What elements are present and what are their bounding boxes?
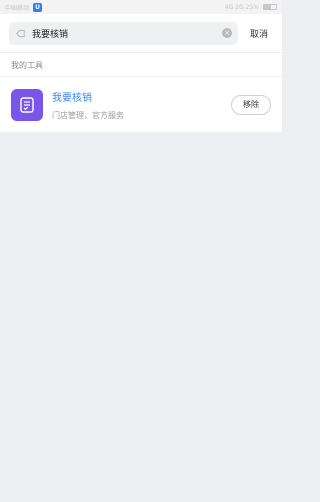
- search-icon: [15, 24, 26, 43]
- cancel-button[interactable]: 取消: [250, 27, 268, 40]
- battery-icon: [263, 4, 277, 10]
- search-header: × 取消: [0, 14, 282, 52]
- tool-description: 门店管理，官方服务: [52, 110, 124, 120]
- status-bar: 中国移动 U 4G 2G 25%: [0, 0, 282, 14]
- tool-text: 我要核销 门店管理，官方服务: [52, 89, 231, 121]
- network-status-label: 4G 2G 25%: [224, 3, 259, 11]
- page: 中国移动 U 4G 2G 25% × 取消 我的工具: [0, 0, 282, 502]
- carrier-label: 中国移动: [5, 4, 30, 12]
- tool-icon: [11, 88, 43, 121]
- app-notification-icon: U: [33, 2, 43, 12]
- search-input[interactable]: [32, 28, 216, 38]
- clear-search-icon[interactable]: ×: [222, 28, 232, 38]
- status-bar-left: 中国移动 U: [5, 2, 43, 12]
- search-box[interactable]: ×: [9, 21, 238, 45]
- tool-list-item[interactable]: 我要核销 门店管理，官方服务 移除: [0, 76, 282, 132]
- battery-fill: [264, 5, 272, 9]
- checklist-icon: [20, 96, 34, 113]
- tool-name: 我要核销: [52, 92, 92, 104]
- status-bar-right: 4G 2G 25%: [225, 4, 277, 11]
- section-title: 我的工具: [0, 52, 282, 76]
- remove-button[interactable]: 移除: [231, 94, 271, 115]
